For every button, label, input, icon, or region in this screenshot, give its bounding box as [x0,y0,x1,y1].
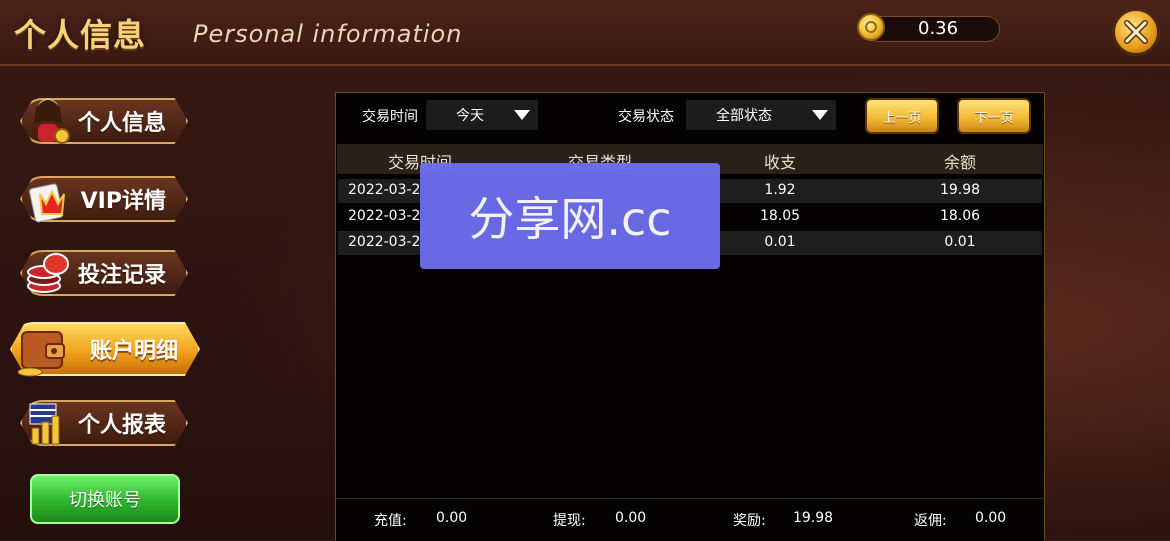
report-chart-icon [29,403,60,445]
cell-balance: 0.01 [944,234,976,250]
close-icon [1124,20,1148,44]
cell-amount: 18.05 [759,208,801,224]
rebate-label: 返佣: [914,513,947,529]
recharge-label: 充值: [374,513,407,529]
sidebar-item-label: 个人报表 [77,413,166,438]
reward-value: 19.98 [793,510,834,526]
sidebar-item-label: 个人信息 [77,111,166,136]
cell-time: 2022-03-2 [348,182,421,198]
cell-time: 2022-03-2 [348,208,421,224]
sidebar-item-label: 账户明细 [89,339,178,364]
cell-balance: 19.98 [939,182,981,198]
withdraw-value: 0.00 [615,510,647,526]
rebate-value: 0.00 [975,510,1007,526]
recharge-value: 0.00 [436,510,468,526]
cell-amount: 1.92 [764,182,796,198]
switch-account-button[interactable]: 切换账号 [30,474,180,524]
cell-balance: 18.06 [939,208,981,224]
chips-icon [27,253,69,293]
time-filter-value: 今天 [456,108,484,124]
status-filter-select[interactable]: 全部状态 [686,100,836,130]
sidebar-item-label: VIP详情 [80,189,166,214]
status-filter-label: 交易状态 [618,109,674,125]
time-filter-label: 交易时间 [362,109,418,125]
page-subtitle: Personal information [193,20,463,48]
column-header-balance: 余额 [943,153,976,172]
status-filter-value: 全部状态 [716,108,772,124]
reward-label: 奖励: [733,513,766,529]
cell-amount: 0.01 [764,234,796,250]
chevron-down-icon [514,110,530,120]
gold-coin-icon [857,13,885,41]
wallet-icon [17,331,65,377]
girl-avatar-icon [34,99,70,144]
balance-value: 0.36 [918,18,959,39]
watermark-overlay: 分享网.cc [420,163,720,269]
column-header-amount: 收支 [763,153,796,172]
prev-page-button[interactable]: 上一页 [865,98,939,134]
close-button[interactable] [1112,8,1160,56]
withdraw-label: 提现: [553,513,586,529]
time-filter-select[interactable]: 今天 [426,100,538,130]
cell-time: 2022-03-2 [348,234,421,250]
next-page-button[interactable]: 下一页 [957,98,1031,134]
sidebar-item-label: 投注记录 [77,263,166,288]
vip-crown-icon [29,183,65,223]
chevron-down-icon [812,110,828,120]
page-title: 个人信息 [14,16,147,54]
